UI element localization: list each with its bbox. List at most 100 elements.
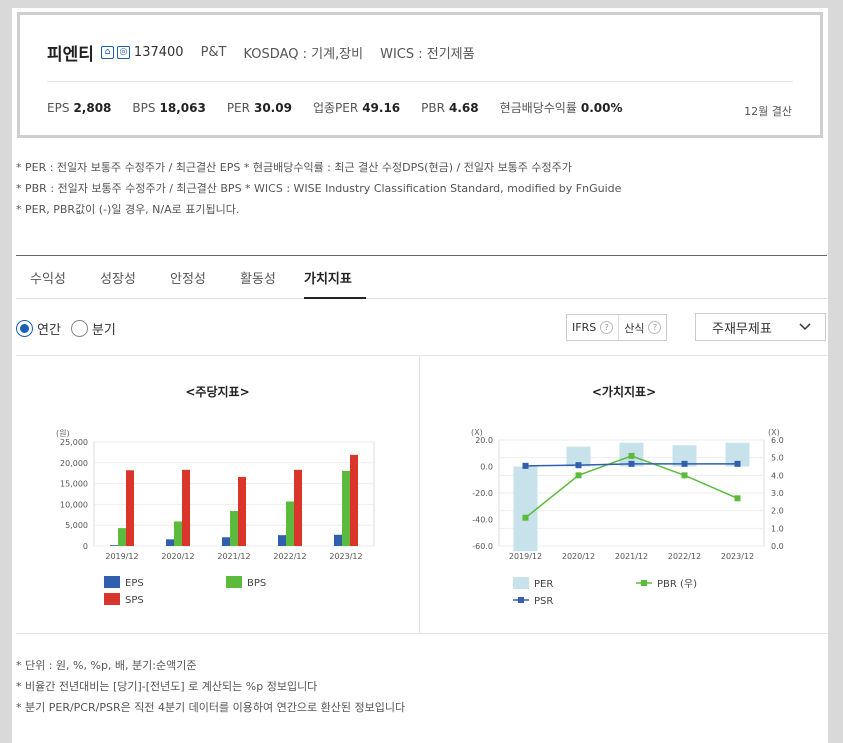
y-tick-label-right: 6.0 [771, 436, 784, 445]
note-line: * 단위 : 원, %, %p, 배, 분기:순액기준 [16, 659, 197, 672]
y-tick-label-left: -20.0 [472, 489, 493, 498]
tab-growth[interactable]: 성장성 [100, 268, 136, 287]
x-tick-label: 2019/12 [509, 552, 542, 561]
home-icon[interactable]: ⌂ [100, 46, 114, 59]
metric-value: 30.09 [253, 101, 292, 115]
metric-label: EPS [47, 101, 70, 115]
statement-select[interactable]: 주재무제표 [695, 313, 826, 341]
tab-stability[interactable]: 안정성 [170, 268, 206, 287]
y-tick-label-right: 0.0 [771, 542, 784, 551]
per-share-chart: (원)25,000 20,000 15,000 10,000 5,000 0 2019/12… [56, 429, 375, 606]
radio-annual[interactable] [16, 320, 33, 337]
note-line: * PER : 전일자 보통주 수정주가 / 최근결산 EPS * 현금배당수익… [16, 161, 572, 174]
tab-profitability[interactable]: 수익성 [30, 268, 66, 287]
x-tick-label: 2020/12 [562, 552, 595, 561]
radio-quarter[interactable] [70, 320, 88, 337]
help-icon[interactable]: ? [648, 321, 662, 334]
legend-label: PER [534, 579, 553, 590]
bar-sps [350, 454, 358, 546]
y-tick-label-right: 2.0 [771, 507, 784, 516]
legend-label: SPS [125, 595, 144, 606]
legend-swatch [104, 576, 120, 588]
stock-code: 137400 [133, 45, 184, 60]
metric-label: 업종PER [312, 101, 359, 115]
market-info: KOSDAQ : 기계,장비 [243, 47, 364, 62]
chevron-down-icon [799, 323, 811, 331]
company-header: 피엔티 ⌂ ◎ 137400 P&T KOSDAQ : 기계,장비 WICS :… [17, 12, 823, 138]
legend-label: PSR [534, 596, 553, 607]
point-pbr [681, 472, 688, 479]
metric-value: 2,808 [73, 101, 112, 115]
x-tick-label: 2021/12 [217, 552, 250, 561]
point-pbr [575, 472, 582, 479]
settlement-month: 12월 결산 [744, 105, 792, 118]
value-chart-panel: <가치지표> (X) (X) 20.0 0.0 -20.0 -40.0 -60.0 6.0 5.… [421, 355, 827, 633]
bar-bps [342, 470, 350, 546]
x-tick-label: 2023/12 [329, 552, 362, 561]
bar-eps [110, 545, 118, 546]
tab-activity[interactable]: 활동성 [240, 268, 276, 287]
y-tick-label-left: -60.0 [472, 542, 493, 551]
unit-notes: * 단위 : 원, %, %p, 배, 분기:순액기준 * 비율간 전년대비는 … [16, 655, 405, 718]
tab-value[interactable]: 가치지표 [304, 268, 352, 287]
ifrs-label: IFRS [572, 321, 597, 334]
y-tick-label-left: 0.0 [480, 463, 493, 472]
note-line: * PBR : 전일자 보통주 수정주가 / 최근결산 BPS * WICS :… [16, 182, 622, 195]
note-line: * PER, PBR값이 (-)일 경우, N/A로 표기됩니다. [16, 203, 240, 216]
x-tick-label: 2020/12 [161, 552, 194, 561]
bar-eps [166, 539, 174, 546]
y-tick-label: 15,000 [60, 480, 88, 489]
point-psr [575, 462, 582, 469]
bar-eps [278, 535, 286, 546]
x-tick-label: 2021/12 [615, 552, 648, 561]
legend-label: EPS [125, 578, 144, 589]
bar-sps [294, 469, 302, 546]
page: 피엔티 ⌂ ◎ 137400 P&T KOSDAQ : 기계,장비 WICS :… [12, 8, 828, 743]
formula-label: 산식 [624, 321, 645, 335]
metrics-row: EPS 2,808 BPS 18,063 PER 30.09 업종PER 49.… [47, 99, 644, 116]
radio-quarter-label[interactable]: 분기 [92, 319, 116, 338]
corp-name: 피엔티 [47, 45, 94, 65]
metric-value: 4.68 [448, 101, 479, 115]
bar-sps [126, 470, 134, 546]
value-chart: (X) (X)20.00.0-20.0-40.0-60.06.05.04.03.0… [471, 428, 784, 607]
group-name: P&T [200, 45, 227, 60]
y-axis-unit: (원) [56, 429, 70, 438]
y-tick-label: 5,000 [65, 521, 88, 530]
formula-button[interactable]: 산식 ? [618, 315, 666, 340]
bar-sps [182, 469, 190, 546]
y-tick-label-right: 5.0 [771, 454, 784, 463]
help-icon[interactable]: ? [600, 321, 614, 334]
point-psr [628, 460, 635, 467]
bar-bps [286, 501, 294, 546]
section-divider [16, 633, 827, 634]
x-tick-label: 2022/12 [668, 552, 701, 561]
bar-eps [334, 534, 342, 546]
legend-swatch [513, 577, 529, 589]
per-share-chart-panel: <주당지표> (원) 25,000 20,000 15,000 10,000 5,000 0… [16, 355, 420, 633]
legend-swatch [226, 576, 242, 588]
note-line: * 분기 PER/PCR/PSR은 직전 4분기 데이터를 이용하여 연간으로 … [16, 701, 406, 714]
y-tick-label-right: 1.0 [771, 524, 784, 533]
point-psr [681, 460, 688, 467]
point-pbr [734, 495, 741, 502]
title-row: 피엔티 ⌂ ◎ 137400 P&T KOSDAQ : 기계,장비 WICS :… [47, 40, 492, 65]
legend-label: PBR (우) [657, 578, 697, 590]
y-tick-label: 0 [83, 542, 88, 551]
y-tick-label: 10,000 [60, 500, 88, 509]
x-tick-label: 2022/12 [273, 552, 306, 561]
statement-select-value: 주재무제표 [712, 321, 772, 337]
ir-icon[interactable]: ◎ [116, 46, 130, 59]
ifrs-button[interactable]: IFRS ? [567, 315, 618, 340]
y-tick-label-right: 4.0 [771, 471, 784, 480]
bar-bps [174, 521, 182, 546]
wics-info: WICS : 전기제품 [380, 47, 475, 62]
radio-annual-label[interactable]: 연간 [37, 319, 61, 338]
x-tick-label: 2019/12 [105, 552, 138, 561]
metric-label: BPS [132, 101, 156, 115]
legend-swatch [641, 580, 647, 586]
active-tab-indicator [304, 297, 366, 299]
point-psr [734, 460, 741, 467]
y-tick-label: 20,000 [60, 459, 88, 468]
metric-label: 현금배당수익률 [499, 101, 577, 115]
